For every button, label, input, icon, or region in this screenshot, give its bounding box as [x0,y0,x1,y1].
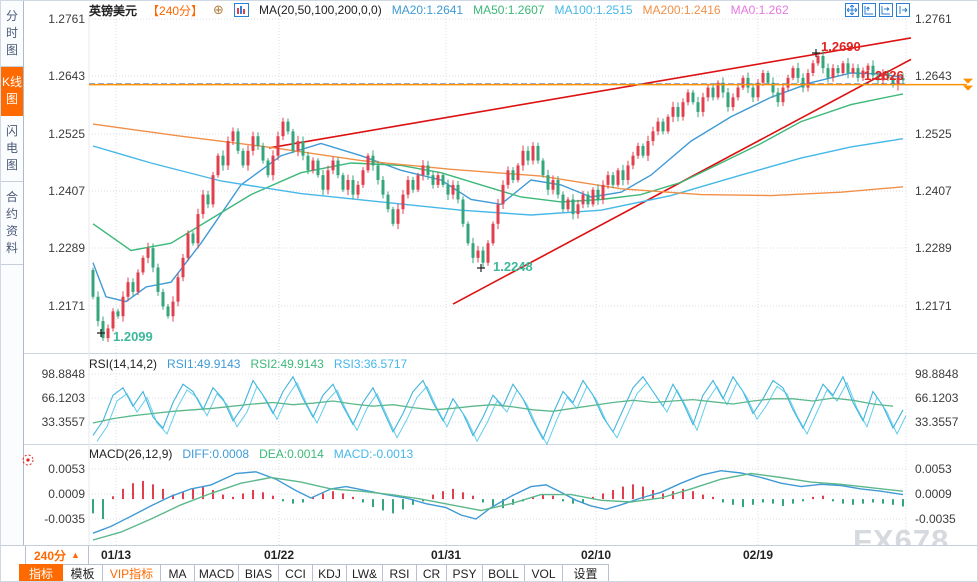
rsi-header: RSI(14,14,2) RSI1:49.9143RSI2:49.9143RSI… [89,357,407,371]
toolbar-tab-BOLL[interactable]: BOLL [483,564,525,582]
time-axis: 240分 ▲ 01/13 01/22 01/31 02/10 02/19 [1,545,978,565]
indicator-toolbar: 指标模板VIP指标MAMACDBIASCCIKDJLW&RSICRPSYBOLL… [1,564,978,582]
rsi-axis-label: 98.8848 [915,367,967,381]
date-label: 02/10 [581,548,611,562]
toolbar-tab-CR[interactable]: CR [417,564,447,582]
zoom-in-axis-icon[interactable] [862,3,876,17]
symbol-name: 英镑美元 [89,2,137,19]
rsi-value-label: RSI3:36.5717 [334,357,407,371]
macd-value-label: DEA:0.0014 [259,447,324,461]
rsi-axis-label: 66.1203 [915,391,967,405]
annotation-high-price: 1.2690 [821,39,861,54]
price-axis-label: 1.2407 [915,184,967,198]
period-arrow-icon: ▲ [71,550,80,560]
macd-axis-label: -0.0035 [915,512,967,526]
toolbar-tab-BIAS[interactable]: BIAS [239,564,279,582]
macd-axis-label: 0.0009 [39,487,85,501]
annotation-low-mid-price: 1.2248 [493,259,533,274]
rsi-axis-label: 98.8848 [39,367,85,381]
rsi-axis-label: 66.1203 [39,391,85,405]
sidebar-item-K线图[interactable]: K线图 [1,67,23,116]
macd-axis-label: 0.0053 [915,462,967,476]
toolbar-tab-设置[interactable]: 设置 [563,564,609,582]
rsi-axis-label: 33.3557 [39,415,85,429]
macd-header: MACD(26,12,9) DIFF:0.0008 DEA:0.0014 MACD:… [89,447,413,461]
price-axis-label: 1.2643 [915,69,967,83]
chart-header: 英镑美元 【240分】 ⊕ MA(20,50,100,200,0,0) MA20… [89,2,789,18]
toolbar-tab-LW&[interactable]: LW& [347,564,383,582]
macd-axis-label: 0.0009 [915,487,967,501]
macd-values: DIFF:0.0008 DEA:0.0014 MACD:-0.0013 [182,447,413,461]
rsi-values: RSI1:49.9143 RSI2:49.9143 RSI3:36.5717 [167,357,407,371]
toolbar-tab-PSY[interactable]: PSY [447,564,483,582]
toolbar-tab-VOL[interactable]: VOL [525,564,563,582]
date-label: 01/22 [264,548,294,562]
toolbar-tab-RSI[interactable]: RSI [383,564,417,582]
move-tool-icon[interactable] [845,3,859,17]
period-selector-label: 240分 [34,547,66,564]
price-axis-label: 1.2525 [39,127,85,141]
period-selector-button[interactable]: 240分 ▲ [25,546,89,565]
sidebar-item-闪电图[interactable]: 闪电图 [1,116,23,182]
toolbar-tab-MA[interactable]: MA [161,564,195,582]
toolbar-tab-VIP指标[interactable]: VIP指标 [103,564,161,582]
candlestick-chart-icon [234,3,249,17]
price-axis-label: 1.2407 [39,184,85,198]
page-forward-icon[interactable] [896,3,910,17]
period-label: 【240分】 [147,2,203,19]
trading-app-window: FX678 分时图K线图闪电图合约资料 英镑美元 【240分】 ⊕ MA(20,… [0,0,978,582]
toolbar-tab-模板[interactable]: 模板 [63,564,103,582]
annotation-low-left-price: 1.2099 [113,329,153,344]
rsi-value-label: RSI1:49.9143 [167,357,240,371]
chart-tool-icons [845,3,910,17]
ma-value-label: MA0:1.262 [731,3,789,17]
ma-value-label: MA50:1.2607 [473,3,544,17]
ma-value-label: MA200:1.2416 [643,3,721,17]
drawing-anchor-icon[interactable] [21,453,35,472]
rsi-axis-label: 33.3557 [915,415,967,429]
zoom-out-axis-icon[interactable] [879,3,893,17]
price-axis-label: 1.2761 [915,12,967,26]
date-label: 01/31 [431,548,461,562]
rsi-value-label: RSI2:49.9143 [250,357,323,371]
rsi-title: RSI(14,14,2) [89,357,157,371]
sidebar-item-分时图[interactable]: 分时图 [1,1,23,67]
sidebar-item-合约资料[interactable]: 合约资料 [1,182,23,265]
price-axis-label: 1.2171 [915,299,967,313]
price-axis-label: 1.2643 [39,69,85,83]
annotation-support-price: 1.2626 [864,68,904,83]
toolbar-tab-MACD[interactable]: MACD [195,564,239,582]
ma-value-label: MA20:1.2641 [392,3,463,17]
macd-value-label: DIFF:0.0008 [182,447,249,461]
macd-value-label: MACD:-0.0013 [334,447,413,461]
macd-axis-label: -0.0035 [39,512,85,526]
price-axis-label: 1.2289 [39,241,85,255]
price-axis-label: 1.2171 [39,299,85,313]
toolbar-tab-指标[interactable]: 指标 [19,564,63,582]
chart-type-sidebar: 分时图K线图闪电图合约资料 [1,1,24,582]
price-axis-label: 1.2289 [915,241,967,255]
toolbar-tab-CCI[interactable]: CCI [279,564,313,582]
add-overlay-icon[interactable]: ⊕ [213,2,224,18]
price-axis-label: 1.2525 [915,127,967,141]
toolbar-tab-KDJ[interactable]: KDJ [313,564,347,582]
price-axis-label: 1.2761 [39,12,85,26]
date-label: 01/13 [101,548,131,562]
ma-formula: MA(20,50,100,200,0,0) [259,3,382,17]
ma-values: MA20:1.2641 MA50:1.2607 MA100:1.2515 MA200:… [392,3,789,17]
macd-title: MACD(26,12,9) [89,447,172,461]
ma-value-label: MA100:1.2515 [554,3,632,17]
macd-axis-label: 0.0053 [39,462,85,476]
chart-canvas[interactable] [1,1,978,582]
date-label: 02/19 [743,548,773,562]
